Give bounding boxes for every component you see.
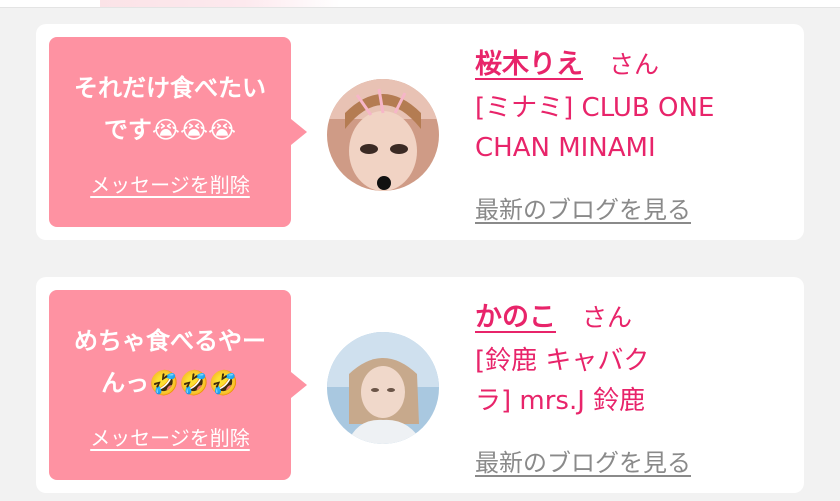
- latest-blog-link[interactable]: 最新のブログを見る: [475, 190, 691, 225]
- cast-name-link[interactable]: かのこ: [475, 302, 556, 333]
- message-line: です😭😭😭: [103, 116, 237, 144]
- shop-name: [鈴鹿 キャバク ラ] mrs.J 鈴鹿: [475, 341, 775, 421]
- delete-message-link[interactable]: メッセージを削除: [49, 422, 291, 451]
- name-row: かのこ さん: [475, 295, 632, 334]
- shop-line: CHAN MINAMI: [475, 133, 656, 163]
- message-line: それだけ食べたい: [74, 74, 266, 102]
- name-row: 桜木りえ さん: [475, 42, 659, 81]
- avatar[interactable]: [327, 332, 439, 444]
- message-card: めちゃ食べるやー んっ🤣🤣🤣 メッセージを削除 かのこ さん [鈴鹿 キャバク ラ…: [36, 277, 804, 493]
- message-bubble: それだけ食べたい です😭😭😭 メッセージを削除: [49, 37, 307, 227]
- avatar[interactable]: [327, 79, 439, 191]
- profile-photo-icon: [327, 79, 439, 191]
- latest-blog-link[interactable]: 最新のブログを見る: [475, 443, 691, 478]
- shop-line: [鈴鹿 キャバク: [475, 346, 650, 376]
- message-card: それだけ食べたい です😭😭😭 メッセージを削除 桜木りえ さん [ミナミ] CLU…: [36, 24, 804, 240]
- message-bubble: めちゃ食べるやー んっ🤣🤣🤣 メッセージを削除: [49, 290, 307, 480]
- top-strip: [0, 0, 840, 8]
- honorific: さん: [609, 50, 660, 79]
- shop-line: [ミナミ] CLUB ONE: [475, 93, 715, 123]
- cast-name-link[interactable]: 桜木りえ: [475, 49, 583, 80]
- delete-message-link[interactable]: メッセージを削除: [49, 169, 291, 198]
- header-tint: [100, 0, 340, 7]
- honorific: さん: [582, 303, 633, 332]
- message-text: めちゃ食べるやー んっ🤣🤣🤣: [49, 320, 291, 404]
- message-text: それだけ食べたい です😭😭😭: [49, 67, 291, 151]
- shop-line: ラ] mrs.J 鈴鹿: [475, 386, 646, 416]
- profile-photo-icon: [327, 332, 439, 444]
- message-line: んっ🤣🤣🤣: [101, 369, 239, 397]
- shop-name: [ミナミ] CLUB ONE CHAN MINAMI: [475, 88, 775, 168]
- message-line: めちゃ食べるやー: [74, 327, 266, 355]
